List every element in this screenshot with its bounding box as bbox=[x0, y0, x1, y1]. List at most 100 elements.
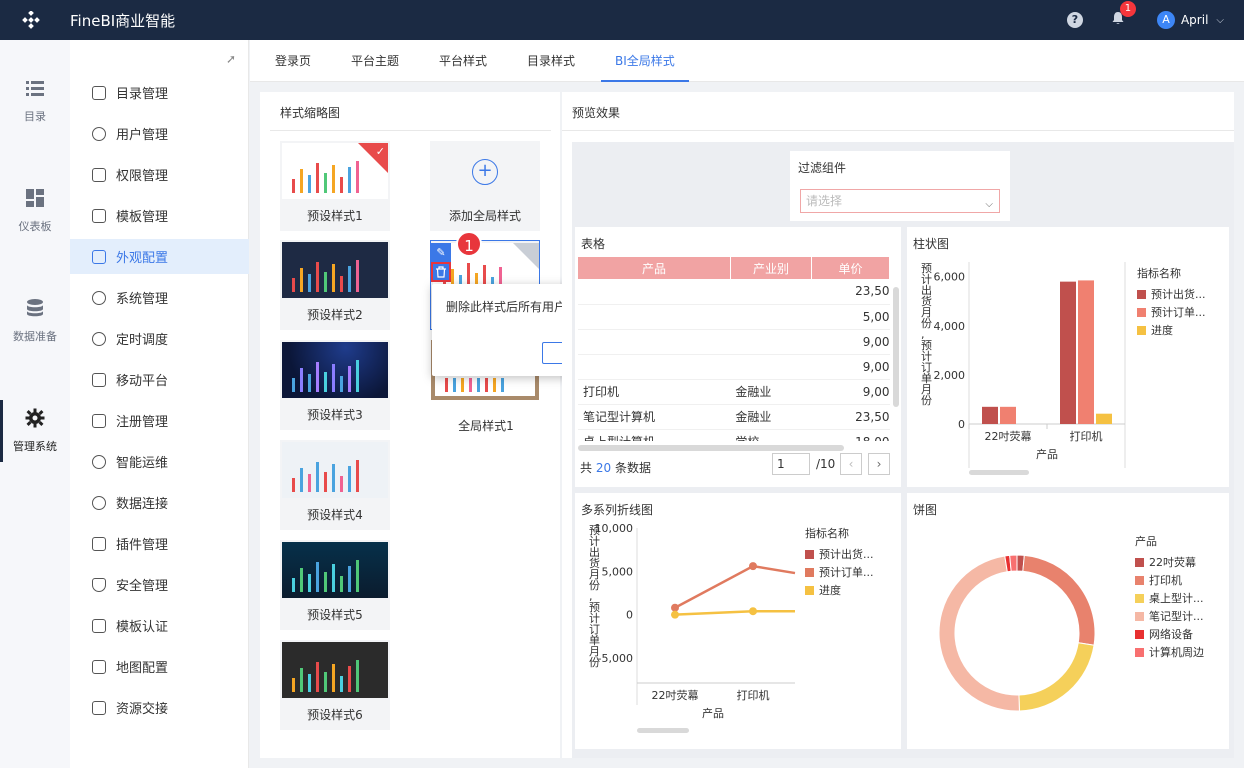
nav2-item-template-auth[interactable]: 模板认证 bbox=[70, 608, 249, 643]
preset-style-label: 预设样式2 bbox=[307, 308, 363, 322]
legend-item[interactable]: 预计出货... bbox=[805, 545, 874, 563]
nav2-item-template-mgmt[interactable]: 模板管理 bbox=[70, 198, 249, 233]
preview-panel: 预览效果 过滤组件 请选择 ⌵ 表格 产品 产业别 单价 23,50 5,00 9,0… bbox=[562, 92, 1234, 758]
table-cell bbox=[578, 354, 731, 380]
preset-style-3[interactable]: 预设样式3 bbox=[280, 340, 390, 430]
nav2-item-data-connection[interactable]: 数据连接 bbox=[70, 485, 249, 520]
trash-icon[interactable] bbox=[431, 262, 451, 282]
line-chart-legend: 指标名称 预计出货... 预计订单... 进度 bbox=[805, 525, 874, 599]
legend-item[interactable]: 预计订单... bbox=[1137, 303, 1206, 321]
tab-platform-theme[interactable]: 平台主题 bbox=[351, 40, 399, 82]
table-cell: 9,00 bbox=[811, 329, 890, 355]
tab-platform-style[interactable]: 平台样式 bbox=[439, 40, 487, 82]
nav2-label: 模板管理 bbox=[116, 210, 169, 225]
help-icon[interactable]: ? bbox=[1066, 12, 1083, 28]
table-header[interactable]: 产业别 bbox=[730, 257, 813, 279]
nav2-item-schedule[interactable]: 定时调度 bbox=[70, 321, 249, 356]
legend-item[interactable]: 笔记型计... bbox=[1135, 607, 1204, 625]
legend-label: 进度 bbox=[1151, 324, 1173, 337]
bar bbox=[982, 406, 998, 424]
table-cell bbox=[578, 304, 731, 330]
nav2-item-map-config[interactable]: 地图配置 bbox=[70, 649, 249, 684]
preset-style-6[interactable]: 预设样式6 bbox=[280, 640, 390, 730]
chart-scrollbar bbox=[969, 470, 1029, 475]
check-icon: ✓ bbox=[375, 145, 385, 158]
notification-bell-icon[interactable]: 1 bbox=[1111, 1, 1136, 29]
legend-item[interactable]: 打印机 bbox=[1135, 571, 1204, 589]
puzzle-icon bbox=[92, 536, 106, 551]
legend-item[interactable]: 桌上型计... bbox=[1135, 589, 1204, 607]
legend-item[interactable]: 22吋荧幕 bbox=[1135, 553, 1204, 571]
legend-title: 指标名称 bbox=[805, 527, 849, 540]
table-header[interactable]: 单价 bbox=[811, 257, 890, 279]
legend-item[interactable]: 进度 bbox=[805, 581, 874, 599]
bar bbox=[1000, 406, 1016, 424]
preset-style-thumb bbox=[282, 342, 388, 398]
tab-bi-global-style[interactable]: BI全局样式 bbox=[601, 40, 689, 82]
nav2-item-security[interactable]: 安全管理 bbox=[70, 567, 249, 602]
nav2-item-permission-mgmt[interactable]: 权限管理 bbox=[70, 157, 249, 192]
table-header[interactable]: 产品 bbox=[578, 257, 731, 279]
nav-management[interactable]: 管理系统 bbox=[0, 400, 70, 462]
nav2-item-appearance[interactable]: 外观配置 bbox=[70, 239, 249, 274]
nav2-item-resource-handover[interactable]: 资源交接 bbox=[70, 690, 249, 725]
nav-directory[interactable]: 目录 bbox=[0, 78, 70, 124]
preset-style-label: 预设样式5 bbox=[307, 608, 363, 622]
bar-chart-title: 柱状图 bbox=[913, 237, 950, 251]
preset-style-5[interactable]: 预设样式5 bbox=[280, 540, 390, 630]
x-tick-label: 22吋荧幕 bbox=[652, 688, 699, 702]
chart-scrollbar bbox=[637, 728, 689, 733]
next-page-icon[interactable]: › bbox=[868, 453, 890, 475]
divider bbox=[562, 130, 1234, 131]
pie-chart bbox=[938, 554, 1096, 712]
legend-item[interactable]: 计算机周边 bbox=[1135, 643, 1204, 661]
nav2-label: 模板认证 bbox=[116, 620, 169, 635]
nav2-item-user-mgmt[interactable]: 用户管理 bbox=[70, 116, 249, 151]
nav2-label: 系统管理 bbox=[116, 292, 169, 307]
tab-login-page[interactable]: 登录页 bbox=[275, 40, 311, 82]
data-point bbox=[749, 562, 757, 571]
notification-badge: 1 bbox=[1119, 1, 1136, 17]
nav2-item-directory-mgmt[interactable]: 目录管理 bbox=[70, 75, 249, 110]
preset-style-thumb: ✓ bbox=[282, 143, 388, 199]
nav-dashboard[interactable]: 仪表板 bbox=[0, 188, 70, 234]
pie-slice bbox=[1022, 554, 1096, 646]
nav2-item-ops[interactable]: 智能运维 bbox=[70, 444, 249, 479]
vertical-scrollbar[interactable] bbox=[893, 287, 899, 407]
legend-item[interactable]: 预计订单... bbox=[805, 563, 874, 581]
pie-slice bbox=[1018, 642, 1095, 712]
y-tick-label: 2,000 bbox=[934, 369, 966, 382]
preset-style-2[interactable]: 预设样式2 bbox=[280, 240, 390, 330]
table-row: 9,00 bbox=[578, 354, 890, 380]
pin-icon[interactable]: ➚ bbox=[226, 52, 236, 66]
horizontal-scrollbar[interactable] bbox=[578, 445, 844, 451]
page-input[interactable]: 1 bbox=[772, 453, 810, 475]
table-row: 23,50 bbox=[578, 279, 890, 305]
nav2-label: 用户管理 bbox=[116, 128, 169, 143]
timer-icon bbox=[92, 331, 106, 346]
nav-directory-label: 目录 bbox=[24, 110, 46, 123]
filter-select[interactable]: 请选择 ⌵ bbox=[800, 189, 1000, 213]
legend-item[interactable]: 预计出货... bbox=[1137, 285, 1206, 303]
nav-data-prep[interactable]: 数据准备 bbox=[0, 298, 70, 344]
nav2-item-system-mgmt[interactable]: 系统管理 bbox=[70, 280, 249, 315]
nav2-item-mobile[interactable]: 移动平台 bbox=[70, 362, 249, 397]
legend-item[interactable]: 网络设备 bbox=[1135, 625, 1204, 643]
chevron-down-icon[interactable]: ⌵ bbox=[1216, 15, 1224, 26]
preset-style-1[interactable]: ✓ 预设样式1 bbox=[280, 141, 390, 231]
nav2-item-register[interactable]: 注册管理 bbox=[70, 403, 249, 438]
certificate-icon bbox=[92, 618, 106, 633]
add-global-style-button[interactable]: + 添加全局样式 bbox=[430, 141, 540, 231]
series-line bbox=[674, 564, 796, 609]
bar-chart-widget: 柱状图 6,000 4,000 2,000 0 预计出货月份,预计订单月份 22吋荧幕 打印… bbox=[907, 227, 1229, 487]
preset-style-4[interactable]: 预设样式4 bbox=[280, 440, 390, 530]
edit-icon[interactable]: ✎ bbox=[431, 243, 451, 263]
legend-item[interactable]: 进度 bbox=[1137, 321, 1206, 339]
prev-page-icon[interactable]: ‹ bbox=[840, 453, 862, 475]
nav2-item-plugin[interactable]: 插件管理 bbox=[70, 526, 249, 561]
nav-management-label: 管理系统 bbox=[13, 440, 57, 453]
tab-directory-style[interactable]: 目录样式 bbox=[527, 40, 575, 82]
preset-style-label: 预设样式3 bbox=[307, 408, 363, 422]
user-avatar[interactable]: A bbox=[1156, 11, 1175, 29]
user-name[interactable]: April bbox=[1181, 13, 1208, 27]
